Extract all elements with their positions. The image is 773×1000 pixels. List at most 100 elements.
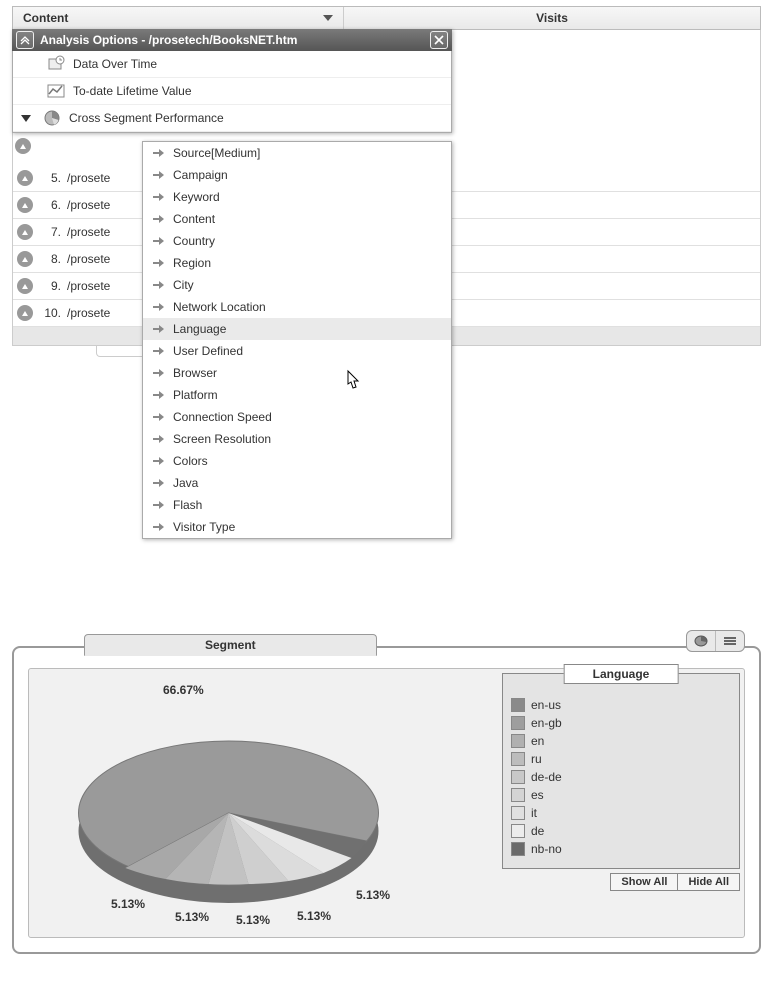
option-data-over-time[interactable]: Data Over Time: [13, 51, 451, 78]
submenu-item-campaign[interactable]: Campaign: [143, 164, 451, 186]
submenu-item-label: Screen Resolution: [173, 432, 271, 446]
submenu-item-keyword[interactable]: Keyword: [143, 186, 451, 208]
submenu-item-label: Flash: [173, 498, 202, 512]
expand-icon[interactable]: [17, 170, 33, 186]
collapse-panel-icon[interactable]: [16, 31, 34, 49]
arrow-right-icon: [153, 368, 165, 378]
pie-label: 5.13%: [356, 888, 390, 902]
submenu-item-network-location[interactable]: Network Location: [143, 296, 451, 318]
chart-panel: Segment: [12, 646, 761, 954]
submenu-item-screen-resolution[interactable]: Screen Resolution: [143, 428, 451, 450]
legend-box: Language en-usen-gbenrude-deesitdenb-no: [502, 673, 740, 869]
pie-label: 5.13%: [111, 897, 145, 911]
legend-item[interactable]: en: [511, 732, 731, 750]
arrow-right-icon: [153, 434, 165, 444]
arrow-right-icon: [153, 280, 165, 290]
legend-label: en-gb: [531, 716, 562, 730]
pie-label: 5.13%: [236, 913, 270, 927]
segment-tab[interactable]: Segment: [84, 634, 377, 656]
option-cross-segment[interactable]: Cross Segment Performance: [13, 105, 451, 132]
bar-view-button[interactable]: [715, 631, 744, 651]
expand-icon[interactable]: [17, 305, 33, 321]
legend-item[interactable]: nb-no: [511, 840, 731, 858]
panel-titlebar[interactable]: Analysis Options - /prosetech/BooksNET.h…: [12, 29, 452, 51]
chart-inner: 66.67% 5.13% 5.13% 5.13% 5.13% 5.13% Lan…: [28, 668, 745, 938]
hide-all-button[interactable]: Hide All: [678, 873, 740, 891]
legend-item[interactable]: de-de: [511, 768, 731, 786]
chart-view-switch: [686, 630, 745, 652]
submenu-item-language[interactable]: Language: [143, 318, 451, 340]
expand-icon[interactable]: [17, 224, 33, 240]
pie-label: 5.13%: [175, 910, 209, 924]
submenu-item-label: Network Location: [173, 300, 266, 314]
submenu-item-label: Platform: [173, 388, 218, 402]
close-panel-button[interactable]: [430, 31, 448, 49]
legend-swatch: [511, 824, 525, 838]
legend-swatch: [511, 842, 525, 856]
submenu-item-source-medium-[interactable]: Source[Medium]: [143, 142, 451, 164]
arrow-right-icon: [153, 236, 165, 246]
show-all-button[interactable]: Show All: [610, 873, 678, 891]
submenu-item-label: Connection Speed: [173, 410, 272, 424]
submenu-item-label: Country: [173, 234, 215, 248]
submenu-item-java[interactable]: Java: [143, 472, 451, 494]
arrow-right-icon: [153, 324, 165, 334]
cross-segment-submenu: Source[Medium]CampaignKeywordContent Coun…: [142, 141, 452, 539]
row-index: 5.: [39, 171, 61, 185]
column-header-content[interactable]: Content: [13, 7, 344, 29]
submenu-item-browser[interactable]: Browser: [143, 362, 451, 384]
submenu-item-colors[interactable]: Colors: [143, 450, 451, 472]
legend-label: nb-no: [531, 842, 562, 856]
clock-chart-icon: [47, 55, 65, 73]
expand-icon[interactable]: [17, 197, 33, 213]
panel-body: Data Over Time To-date Lifetime Value Cr…: [12, 51, 452, 133]
submenu-item-region[interactable]: Region: [143, 252, 451, 274]
panel-title: Analysis Options - /prosetech/BooksNET.h…: [40, 33, 424, 47]
legend-item[interactable]: en-gb: [511, 714, 731, 732]
pie-view-button[interactable]: [687, 631, 715, 651]
legend-swatch: [511, 698, 525, 712]
legend-swatch: [511, 806, 525, 820]
submenu-item-user-defined[interactable]: User Defined: [143, 340, 451, 362]
submenu-item-label: Visitor Type: [173, 520, 235, 534]
option-lifetime-value[interactable]: To-date Lifetime Value: [13, 78, 451, 105]
submenu-item-visitor-type[interactable]: Visitor Type: [143, 516, 451, 538]
expand-icon[interactable]: [17, 251, 33, 267]
table-header: Content Visits: [12, 6, 761, 30]
pie-chart-icon: [43, 109, 61, 127]
analysis-options-panel: Analysis Options - /prosetech/BooksNET.h…: [12, 29, 452, 133]
legend-label: ru: [531, 752, 542, 766]
submenu-item-label: User Defined: [173, 344, 243, 358]
submenu-item-content[interactable]: Content: [143, 208, 451, 230]
submenu-item-label: Language: [173, 322, 226, 336]
submenu-item-city[interactable]: City: [143, 274, 451, 296]
arrow-right-icon: [153, 412, 165, 422]
submenu-item-label: City: [173, 278, 194, 292]
legend-swatch: [511, 734, 525, 748]
arrow-right-icon: [153, 148, 165, 158]
legend-item[interactable]: en-us: [511, 696, 731, 714]
expand-icon[interactable]: [17, 278, 33, 294]
row-index: 10.: [39, 306, 61, 320]
pie-label-big: 66.67%: [163, 683, 204, 697]
arrow-right-icon: [153, 258, 165, 268]
submenu-item-platform[interactable]: Platform: [143, 384, 451, 406]
legend-item[interactable]: es: [511, 786, 731, 804]
submenu-item-connection-speed[interactable]: Connection Speed: [143, 406, 451, 428]
legend-swatch: [511, 770, 525, 784]
segment-tab-label: Segment: [205, 638, 256, 652]
legend-item[interactable]: it: [511, 804, 731, 822]
column-header-content-label: Content: [23, 11, 68, 25]
sort-arrow-icon: [323, 15, 333, 21]
arrow-right-icon: [153, 346, 165, 356]
submenu-item-country[interactable]: Country: [143, 230, 451, 252]
submenu-item-flash[interactable]: Flash: [143, 494, 451, 516]
legend-item[interactable]: ru: [511, 750, 731, 768]
expanded-triangle-icon: [21, 115, 31, 122]
option-label: Data Over Time: [73, 57, 157, 71]
option-label: Cross Segment Performance: [69, 111, 224, 125]
expand-icon[interactable]: [15, 138, 31, 154]
column-header-visits[interactable]: Visits: [344, 7, 760, 29]
option-label: To-date Lifetime Value: [73, 84, 192, 98]
legend-item[interactable]: de: [511, 822, 731, 840]
